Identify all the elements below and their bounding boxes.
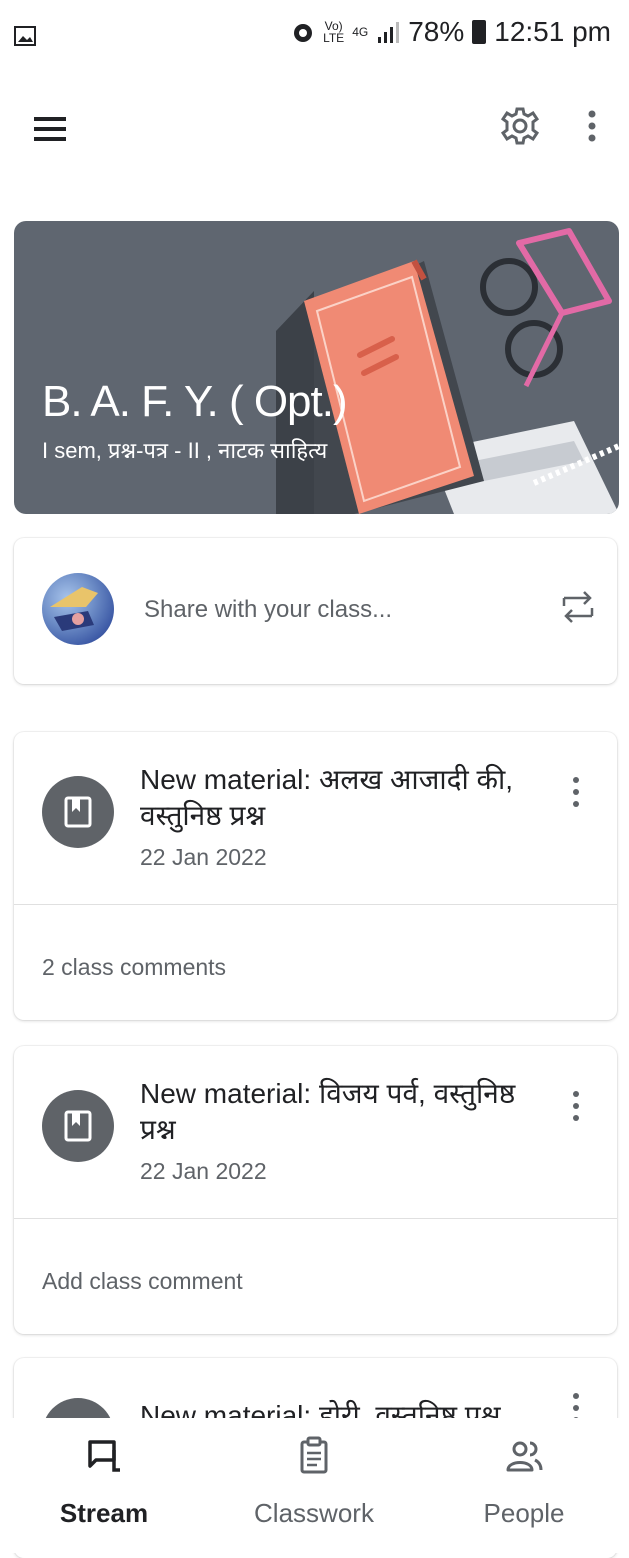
add-class-comment[interactable]: Add class comment (42, 1268, 243, 1295)
class-subtitle: I sem, प्रश्न-पत्र - II , नाटक साहित्य (42, 438, 328, 463)
battery-icon (472, 20, 487, 44)
bottom-navigation: Stream Classwork People (0, 1418, 629, 1553)
nav-classwork[interactable]: Classwork (224, 1436, 404, 1529)
nav-stream[interactable]: Stream (14, 1436, 194, 1529)
nav-label-classwork: Classwork (254, 1498, 374, 1528)
status-bar: Vo) LTE 4G 78% 12:51 pm (0, 0, 629, 88)
share-input[interactable]: Share with your class... (144, 596, 392, 624)
more-vert-icon[interactable] (564, 1086, 588, 1126)
nav-label-stream: Stream (59, 1498, 149, 1528)
material-icon-circle (42, 1090, 114, 1162)
alarm-icon (294, 24, 313, 42)
classwork-icon (300, 1436, 328, 1474)
material-icon (64, 796, 92, 828)
nav-label-people: People (483, 1498, 565, 1528)
class-comments-link[interactable]: 2 class comments (42, 954, 226, 981)
material-icon-circle (42, 776, 114, 848)
post-card[interactable]: New material: विजय पर्व, वस्तुनिष्ठ प्रश… (14, 1046, 617, 1334)
class-banner[interactable]: B. A. F. Y. ( Opt.) I sem, प्रश्न-पत्र -… (14, 221, 619, 514)
class-title: B. A. F. Y. ( Opt.) (42, 377, 348, 426)
network-type: 4G (352, 25, 369, 39)
image-notification-icon (14, 26, 36, 46)
material-icon (64, 1110, 92, 1142)
repost-icon[interactable] (560, 584, 596, 630)
more-vert-icon[interactable] (580, 106, 604, 146)
status-indicators: Vo) LTE 4G 78% 12:51 pm (291, 16, 611, 48)
people-icon (506, 1441, 543, 1472)
post-title[interactable]: New material: विजय पर्व, वस्तुनिष्ठ प्रश… (140, 1076, 530, 1148)
banner-illustration (276, 228, 619, 514)
post-title[interactable]: New material: अलख आजादी की, वस्तुनिष्ठ प… (140, 762, 530, 834)
settings-icon[interactable] (500, 106, 540, 146)
app-bar (0, 88, 629, 180)
avatar-image (50, 587, 98, 631)
divider (14, 1218, 617, 1219)
more-vert-icon[interactable] (564, 772, 588, 812)
stream-icon (88, 1440, 120, 1472)
clock: 12:51 pm (494, 16, 611, 47)
menu-icon[interactable] (34, 114, 66, 144)
signal-icon (378, 22, 400, 43)
nav-people[interactable]: People (434, 1436, 614, 1529)
post-date: 22 Jan 2022 (140, 844, 267, 870)
post-card[interactable]: New material: अलख आजादी की, वस्तुनिष्ठ प… (14, 732, 617, 1020)
avatar[interactable] (42, 573, 114, 645)
post-date: 22 Jan 2022 (140, 1158, 267, 1184)
share-card[interactable]: Share with your class... (14, 538, 617, 684)
volte-indicator: Vo) LTE (323, 19, 345, 45)
divider (14, 904, 617, 905)
battery-percent: 78% (408, 16, 465, 47)
